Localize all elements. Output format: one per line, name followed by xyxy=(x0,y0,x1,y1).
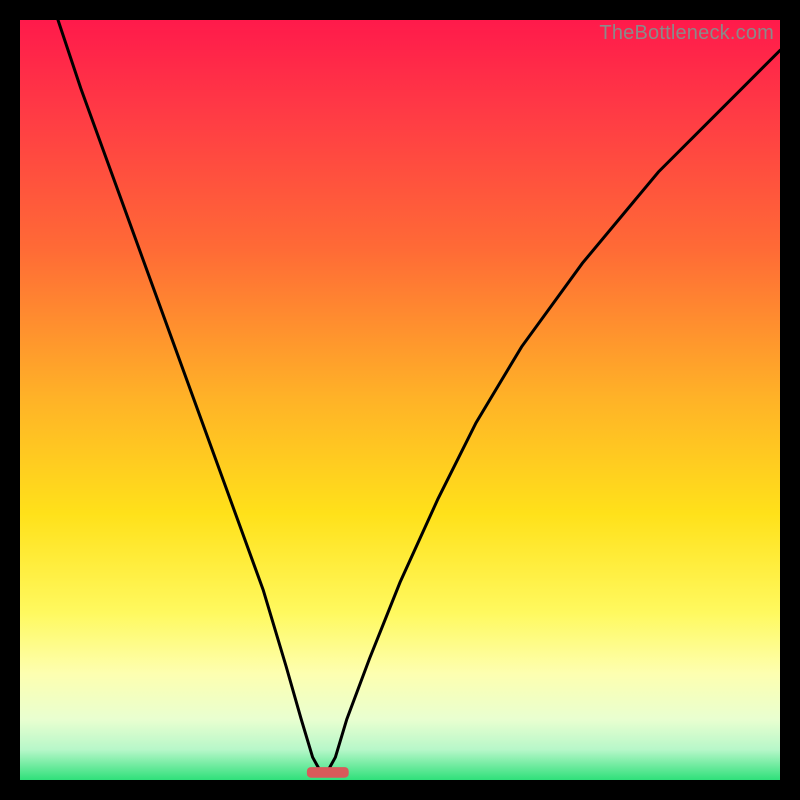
bottleneck-marker xyxy=(307,767,349,778)
bottleneck-chart xyxy=(20,20,780,780)
gradient-background xyxy=(20,20,780,780)
chart-frame: TheBottleneck.com xyxy=(20,20,780,780)
watermark-label: TheBottleneck.com xyxy=(599,22,774,45)
